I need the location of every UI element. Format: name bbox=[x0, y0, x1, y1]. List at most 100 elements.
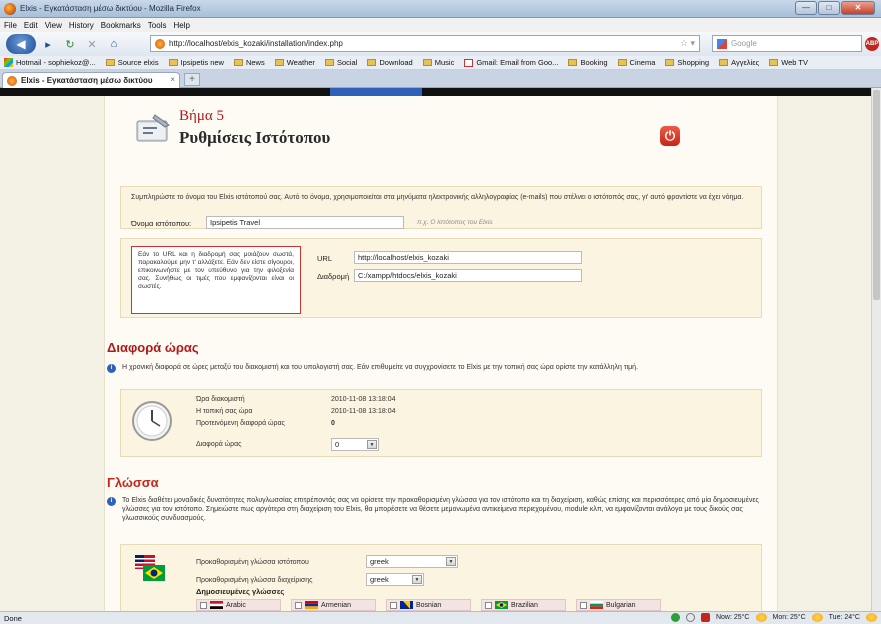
installer-content: Βήμα 5 Ρυθμίσεις Ιστότοπου ⏻ Συμπληρώστε… bbox=[104, 96, 778, 611]
adblock-plus-icon[interactable]: ABP bbox=[865, 37, 879, 51]
forward-button[interactable]: ▸ bbox=[38, 34, 58, 54]
folder-icon bbox=[168, 59, 178, 66]
bookmark-label: Hotmail - sophiekoz@... bbox=[16, 58, 96, 67]
installer-step-active bbox=[330, 88, 422, 96]
chevron-down-icon: ▼ bbox=[367, 440, 377, 449]
menu-help[interactable]: Help bbox=[173, 21, 189, 30]
close-button[interactable]: ✕ bbox=[841, 1, 875, 15]
page-viewport: Βήμα 5 Ρυθμίσεις Ιστότοπου ⏻ Συμπληρώστε… bbox=[0, 88, 871, 611]
bookmark-label: Weather bbox=[286, 58, 315, 67]
language-option-armenian[interactable]: Armenian bbox=[291, 599, 376, 611]
time-offset-heading: Διαφορά ώρας bbox=[107, 340, 199, 355]
vertical-scrollbar[interactable] bbox=[871, 88, 881, 611]
scrollbar-thumb[interactable] bbox=[873, 90, 880, 300]
weather-now[interactable]: Now: 25°C bbox=[716, 614, 750, 621]
minimize-button[interactable]: — bbox=[795, 1, 817, 15]
bookmark-label: Cinema bbox=[629, 58, 656, 67]
addon-circle-icon[interactable] bbox=[685, 613, 695, 622]
bookmark-item[interactable]: Download bbox=[367, 58, 413, 67]
default-site-lang-label: Προκαθορισμένη γλώσσα ιστότοπου bbox=[196, 559, 309, 566]
bookmark-item[interactable]: Ipsipetis new bbox=[168, 58, 224, 67]
menu-view[interactable]: View bbox=[45, 21, 62, 30]
bookmark-label: Download bbox=[379, 58, 413, 67]
bookmark-item[interactable]: Music bbox=[422, 58, 454, 67]
folder-icon bbox=[719, 59, 729, 66]
checkbox[interactable] bbox=[295, 601, 302, 609]
bookmark-item[interactable]: Shopping bbox=[665, 58, 709, 67]
address-bar[interactable]: http://localhost/elxis_kozaki/installati… bbox=[150, 35, 700, 52]
bookmark-label: Source elxis bbox=[117, 58, 159, 67]
time-info-text: Η χρονική διαφορά σε ώρες μεταξύ του δια… bbox=[122, 364, 639, 371]
tab-strip: Elxis - Εγκατάσταση μέσω δικτύου × + bbox=[0, 70, 881, 88]
tab-close-icon[interactable]: × bbox=[170, 75, 175, 84]
bookmark-item[interactable]: Booking bbox=[568, 58, 608, 67]
status-bar: Done Now: 25°C Mon: 25°C Tue: 24°C bbox=[0, 611, 881, 624]
addon-red-icon[interactable] bbox=[700, 613, 710, 622]
checkbox[interactable] bbox=[580, 601, 587, 609]
checkbox[interactable] bbox=[200, 601, 207, 609]
offset-select-value: 0 bbox=[335, 440, 340, 449]
bookmark-item[interactable]: Cinema bbox=[617, 58, 656, 67]
bookmark-item[interactable]: Weather bbox=[274, 58, 315, 67]
menu-bookmarks[interactable]: Bookmarks bbox=[101, 21, 141, 30]
url-warning-note: Εάν το URL και η διαδρομή σας μοιάζουν σ… bbox=[131, 246, 301, 314]
flag-armenian-icon bbox=[305, 601, 318, 609]
stop-button[interactable]: ✕ bbox=[82, 34, 102, 54]
language-label: Bosnian bbox=[416, 601, 442, 609]
default-site-lang-select[interactable]: greek ▼ bbox=[366, 555, 458, 568]
path-field[interactable]: C:/xampp/htdocs/elxis_kozaki bbox=[354, 269, 582, 282]
weather-tue[interactable]: Tue: 24°C bbox=[829, 614, 860, 621]
bookmark-item[interactable]: Hotmail - sophiekoz@... bbox=[4, 58, 96, 67]
bookmark-label: Shopping bbox=[677, 58, 710, 67]
back-button[interactable]: ◀ bbox=[6, 34, 36, 54]
menu-tools[interactable]: Tools bbox=[148, 21, 167, 30]
maximize-button[interactable]: □ bbox=[818, 1, 840, 15]
title-bar: Elxis - Εγκατάσταση μέσω δικτύου - Mozil… bbox=[0, 0, 881, 18]
tab-elxis-installation[interactable]: Elxis - Εγκατάσταση μέσω δικτύου × bbox=[2, 72, 180, 88]
menu-file[interactable]: File bbox=[4, 21, 17, 30]
url-field[interactable]: http://localhost/elxis_kozaki bbox=[354, 251, 582, 264]
bookmark-item[interactable]: News bbox=[233, 58, 265, 67]
site-name-field[interactable]: Ipsipetis Travel bbox=[206, 216, 404, 229]
reload-button[interactable]: ↻ bbox=[60, 34, 80, 54]
site-name-hint: π.χ. Ο Ιστότοπος του Elxis bbox=[417, 219, 493, 226]
language-option-bosnian[interactable]: Bosnian bbox=[386, 599, 471, 611]
server-time-label: Ώρα διακομιστή bbox=[196, 396, 245, 403]
language-option-arabic[interactable]: Arabic bbox=[196, 599, 281, 611]
language-option-bulgarian[interactable]: Bulgarian bbox=[576, 599, 661, 611]
bookmark-item[interactable]: Social bbox=[324, 58, 358, 67]
language-box: Προκαθορισμένη γλώσσα ιστότοπου greek ▼ … bbox=[120, 544, 762, 611]
menu-edit[interactable]: Edit bbox=[24, 21, 38, 30]
offset-select[interactable]: 0 ▼ bbox=[331, 438, 379, 451]
bookmark-star-icon[interactable]: ☆ ▾ bbox=[680, 38, 695, 49]
info-icon: i bbox=[107, 497, 116, 506]
menu-history[interactable]: History bbox=[69, 21, 94, 30]
home-button[interactable]: ⌂ bbox=[104, 34, 124, 54]
search-input[interactable]: Google ⌕ bbox=[712, 35, 875, 52]
bookmark-label: Gmail: Email from Goo... bbox=[476, 58, 559, 67]
checkbox[interactable] bbox=[485, 601, 492, 609]
checkbox[interactable] bbox=[390, 601, 397, 609]
folder-icon bbox=[367, 59, 377, 66]
local-time-value: 2010-11-08 13:18:04 bbox=[331, 408, 396, 415]
power-button[interactable]: ⏻ bbox=[660, 126, 680, 146]
bookmark-label: News bbox=[245, 58, 265, 67]
flag-arabic-icon bbox=[210, 601, 223, 609]
new-tab-button[interactable]: + bbox=[184, 73, 200, 86]
published-languages-title: Δημοσιευμένες γλώσσες bbox=[196, 587, 285, 596]
bookmark-item[interactable]: Source elxis bbox=[105, 58, 159, 67]
time-offset-box: Ώρα διακομιστή 2010-11-08 13:18:04 Η τοπ… bbox=[120, 389, 762, 457]
language-option-brazilian[interactable]: Brazilian bbox=[481, 599, 566, 611]
status-indicators: Now: 25°C Mon: 25°C Tue: 24°C bbox=[670, 613, 877, 622]
path-label: Διαδρομή bbox=[317, 272, 350, 281]
bookmark-item[interactable]: Web TV bbox=[769, 58, 808, 67]
default-admin-lang-select[interactable]: greek ▼ bbox=[366, 573, 424, 586]
bookmark-label: Social bbox=[336, 58, 358, 67]
hotmail-icon bbox=[4, 58, 13, 67]
bookmark-item[interactable]: Αγγελίες bbox=[719, 58, 759, 67]
bookmark-item[interactable]: Gmail: Email from Goo... bbox=[464, 58, 558, 67]
addon-green-icon[interactable] bbox=[670, 613, 680, 622]
language-label: Bulgarian bbox=[606, 601, 636, 609]
flag-brazilian-icon bbox=[495, 601, 508, 609]
weather-mon[interactable]: Mon: 25°C bbox=[773, 614, 806, 621]
